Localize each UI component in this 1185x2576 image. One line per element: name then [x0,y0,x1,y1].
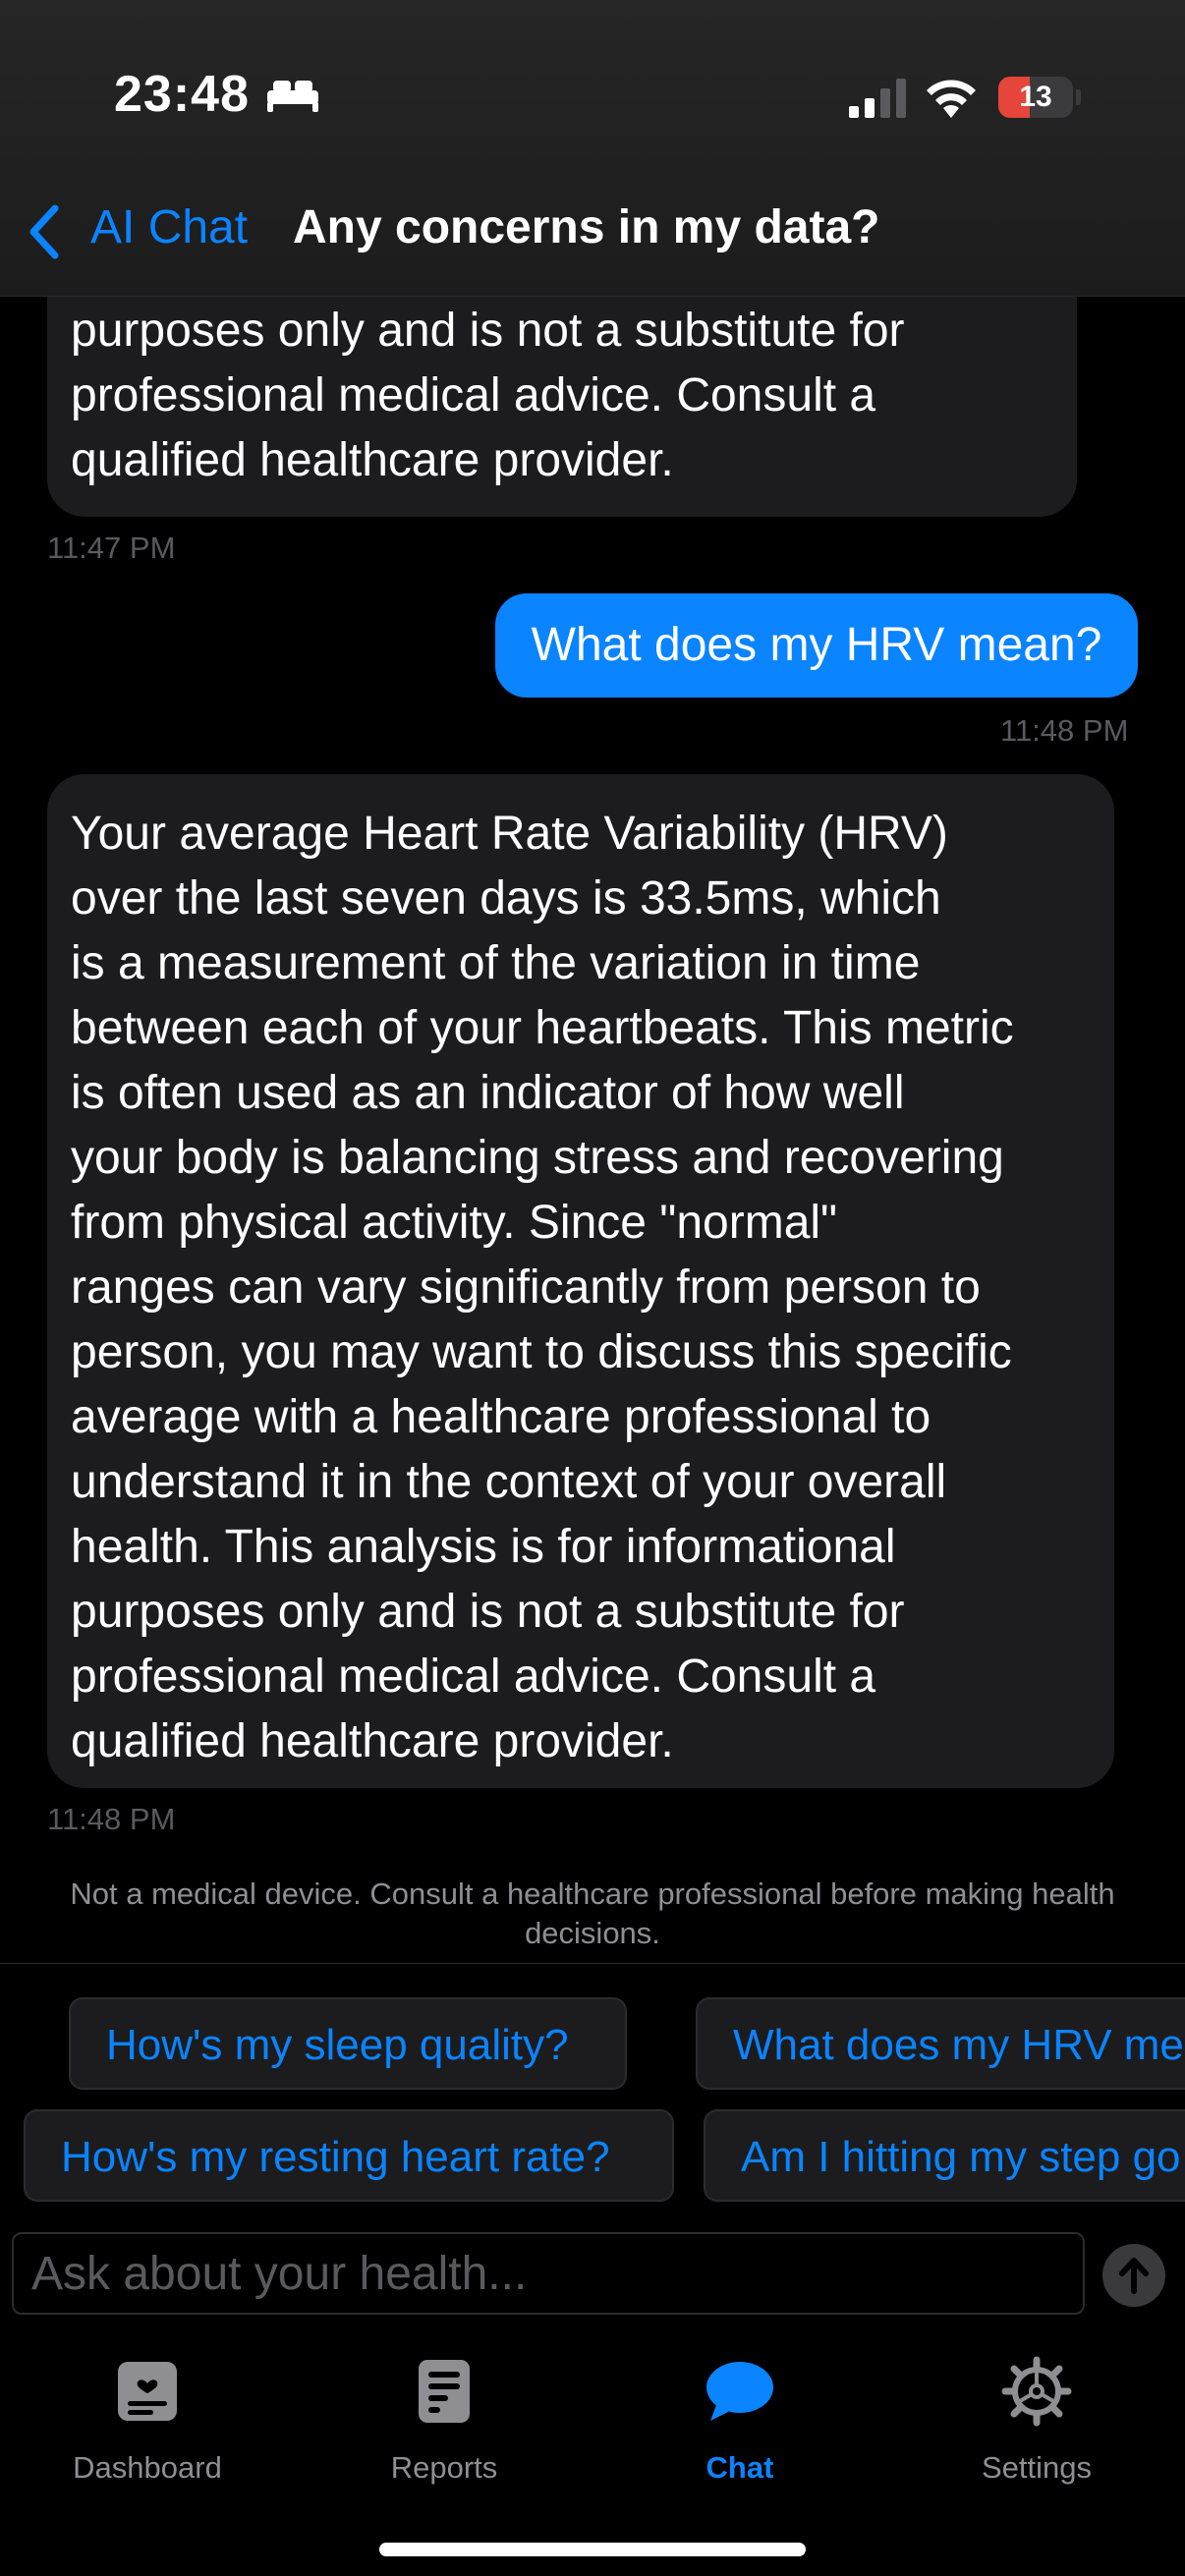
message-timestamp: 11:48 PM [47,1802,176,1836]
message-text: Your average Heart Rate Variability (HRV… [71,808,1014,1767]
suggestion-chip[interactable]: How's my sleep quality? [69,1997,627,2090]
ask-input[interactable] [12,2232,1085,2315]
tab-label: Settings [981,2450,1092,2485]
cellular-signal-icon [849,79,906,118]
arrow-up-icon [1119,2258,1149,2294]
back-button[interactable]: AI Chat [90,200,248,254]
top-bar: 23:48 13 AI Chat Any concerns in my data… [0,0,1185,297]
user-message: What does my HRV mean? [495,593,1138,698]
wifi-icon [927,80,976,118]
medical-disclaimer: Not a medical device. Consult a healthca… [70,1876,1115,1950]
chat-bubble-icon [706,2362,773,2421]
reports-icon [419,2360,470,2423]
chevron-left-icon[interactable] [26,202,65,261]
tab-reports[interactable]: Reports [297,2344,592,2492]
tab-chat[interactable]: Chat [592,2344,887,2492]
assistant-message: Your average Heart Rate Variability (HRV… [47,774,1114,1788]
suggestion-chip[interactable]: What does my HRV me [696,1997,1185,2090]
suggestion-chip[interactable]: Am I hitting my step go [704,2109,1185,2202]
message-timestamp: 11:48 PM [1000,713,1129,748]
gear-icon [1001,2356,1072,2427]
tab-label: Dashboard [73,2450,222,2485]
tab-bar: Dashboard Reports Chat Settings [0,2328,1185,2576]
message-text: purposes only and is not a substitute fo… [71,305,905,486]
battery-level: 13 [1019,81,1052,113]
chat-screen: purposes only and is not a substitute fo… [0,0,1185,2576]
tab-label: Reports [390,2450,498,2485]
tab-label: Chat [705,2450,774,2485]
battery-icon: 13 [998,77,1081,118]
composer [0,2228,1185,2317]
suggested-questions[interactable]: How's my sleep quality? What does my HRV… [0,1963,1185,2228]
page-title: Any concerns in my data? [293,201,880,253]
home-indicator[interactable] [379,2543,806,2556]
tab-settings[interactable]: Settings [889,2344,1184,2492]
tab-dashboard[interactable]: Dashboard [0,2344,295,2492]
suggestion-chip[interactable]: How's my resting heart rate? [24,2109,674,2202]
status-bar: 23:48 13 [0,0,1185,187]
bed-icon [267,81,318,112]
navigation-bar: AI Chat Any concerns in my data? [0,187,1185,297]
dashboard-icon [118,2362,177,2421]
status-time: 23:48 [114,66,250,123]
send-button[interactable] [1102,2244,1165,2307]
message-timestamp: 11:47 PM [47,531,176,565]
